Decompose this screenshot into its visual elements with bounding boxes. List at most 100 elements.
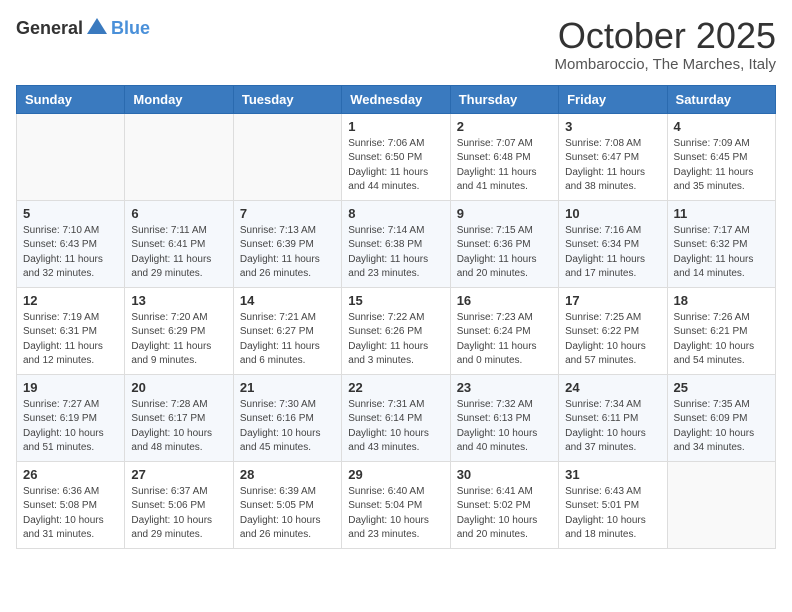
calendar-week-row: 26 Sunrise: 6:36 AM Sunset: 5:08 PM Dayli… [17, 461, 776, 548]
day-info: Sunrise: 7:35 AM Sunset: 6:09 PM Dayligh… [674, 398, 769, 456]
day-number: 8 [348, 206, 443, 221]
logo: General Blue [16, 16, 150, 40]
logo-icon [85, 16, 109, 40]
day-info: Sunrise: 7:31 AM Sunset: 6:14 PM Dayligh… [348, 398, 443, 456]
day-info: Sunrise: 7:25 AM Sunset: 6:22 PM Dayligh… [565, 311, 660, 369]
day-info: Sunrise: 6:39 AM Sunset: 5:05 PM Dayligh… [240, 485, 335, 543]
day-number: 14 [240, 293, 335, 308]
day-info: Sunrise: 6:41 AM Sunset: 5:02 PM Dayligh… [457, 485, 552, 543]
day-info: Sunrise: 7:30 AM Sunset: 6:16 PM Dayligh… [240, 398, 335, 456]
calendar-cell: 8Sunrise: 7:14 AM Sunset: 6:38 PM Daylig… [342, 200, 450, 287]
day-number: 11 [674, 206, 769, 221]
day-number: 22 [348, 380, 443, 395]
day-number: 25 [674, 380, 769, 395]
day-info: Sunrise: 7:20 AM Sunset: 6:29 PM Dayligh… [131, 311, 226, 369]
calendar-cell: 31Sunrise: 6:43 AM Sunset: 5:01 PM Dayli… [559, 461, 667, 548]
day-number: 13 [131, 293, 226, 308]
day-number: 30 [457, 467, 552, 482]
day-header-sunday: Sunday [17, 85, 125, 113]
day-number: 1 [348, 119, 443, 134]
day-info: Sunrise: 7:15 AM Sunset: 6:36 PM Dayligh… [457, 224, 552, 282]
day-header-saturday: Saturday [667, 85, 775, 113]
day-info: Sunrise: 7:13 AM Sunset: 6:39 PM Dayligh… [240, 224, 335, 282]
calendar-cell: 28 Sunrise: 6:39 AM Sunset: 5:05 PM Dayli… [233, 461, 341, 548]
day-info: Sunrise: 7:19 AM Sunset: 6:31 PM Dayligh… [23, 311, 118, 369]
day-info: Sunrise: 7:08 AM Sunset: 6:47 PM Dayligh… [565, 137, 660, 195]
day-number: 17 [565, 293, 660, 308]
calendar-cell: 24 Sunrise: 7:34 AM Sunset: 6:11 PM Dayli… [559, 374, 667, 461]
day-number: 6 [131, 206, 226, 221]
calendar-table: SundayMondayTuesdayWednesdayThursdayFrid… [16, 85, 776, 549]
calendar-cell [125, 113, 233, 200]
day-info: Sunrise: 7:09 AM Sunset: 6:45 PM Dayligh… [674, 137, 769, 195]
day-info: Sunrise: 7:27 AM Sunset: 6:19 PM Dayligh… [23, 398, 118, 456]
day-number: 12 [23, 293, 118, 308]
day-info: Sunrise: 7:16 AM Sunset: 6:34 PM Dayligh… [565, 224, 660, 282]
calendar-cell: 26 Sunrise: 6:36 AM Sunset: 5:08 PM Dayli… [17, 461, 125, 548]
calendar-cell: 12 Sunrise: 7:19 AM Sunset: 6:31 PM Dayli… [17, 287, 125, 374]
day-header-friday: Friday [559, 85, 667, 113]
day-number: 7 [240, 206, 335, 221]
calendar-cell: 14 Sunrise: 7:21 AM Sunset: 6:27 PM Dayli… [233, 287, 341, 374]
day-header-tuesday: Tuesday [233, 85, 341, 113]
calendar-cell: 27 Sunrise: 6:37 AM Sunset: 5:06 PM Dayli… [125, 461, 233, 548]
calendar-cell [17, 113, 125, 200]
day-info: Sunrise: 7:28 AM Sunset: 6:17 PM Dayligh… [131, 398, 226, 456]
day-header-thursday: Thursday [450, 85, 558, 113]
day-number: 2 [457, 119, 552, 134]
day-number: 16 [457, 293, 552, 308]
day-info: Sunrise: 7:23 AM Sunset: 6:24 PM Dayligh… [457, 311, 552, 369]
calendar-cell: 7 Sunrise: 7:13 AM Sunset: 6:39 PM Daylig… [233, 200, 341, 287]
calendar-cell: 2 Sunrise: 7:07 AM Sunset: 6:48 PM Daylig… [450, 113, 558, 200]
calendar-cell: 15Sunrise: 7:22 AM Sunset: 6:26 PM Dayli… [342, 287, 450, 374]
calendar-week-row: 1 Sunrise: 7:06 AM Sunset: 6:50 PM Daylig… [17, 113, 776, 200]
day-number: 9 [457, 206, 552, 221]
title-block: October 2025 Mombaroccio, The Marches, I… [555, 16, 776, 73]
calendar-cell: 10 Sunrise: 7:16 AM Sunset: 6:34 PM Dayli… [559, 200, 667, 287]
day-info: Sunrise: 7:06 AM Sunset: 6:50 PM Dayligh… [348, 137, 443, 195]
day-info: Sunrise: 7:10 AM Sunset: 6:43 PM Dayligh… [23, 224, 118, 282]
day-info: Sunrise: 6:43 AM Sunset: 5:01 PM Dayligh… [565, 485, 660, 543]
day-number: 18 [674, 293, 769, 308]
calendar-cell [233, 113, 341, 200]
calendar-week-row: 5 Sunrise: 7:10 AM Sunset: 6:43 PM Daylig… [17, 200, 776, 287]
day-info: Sunrise: 6:37 AM Sunset: 5:06 PM Dayligh… [131, 485, 226, 543]
calendar-header-row: SundayMondayTuesdayWednesdayThursdayFrid… [17, 85, 776, 113]
calendar-cell: 23 Sunrise: 7:32 AM Sunset: 6:13 PM Dayli… [450, 374, 558, 461]
calendar-cell: 1 Sunrise: 7:06 AM Sunset: 6:50 PM Daylig… [342, 113, 450, 200]
day-header-monday: Monday [125, 85, 233, 113]
day-info: Sunrise: 7:32 AM Sunset: 6:13 PM Dayligh… [457, 398, 552, 456]
calendar-week-row: 12 Sunrise: 7:19 AM Sunset: 6:31 PM Dayli… [17, 287, 776, 374]
day-number: 28 [240, 467, 335, 482]
day-number: 21 [240, 380, 335, 395]
calendar-cell [667, 461, 775, 548]
day-number: 15 [348, 293, 443, 308]
day-number: 23 [457, 380, 552, 395]
day-number: 29 [348, 467, 443, 482]
calendar-cell: 20Sunrise: 7:28 AM Sunset: 6:17 PM Dayli… [125, 374, 233, 461]
calendar-cell: 6 Sunrise: 7:11 AM Sunset: 6:41 PM Daylig… [125, 200, 233, 287]
calendar-cell: 18Sunrise: 7:26 AM Sunset: 6:21 PM Dayli… [667, 287, 775, 374]
day-info: Sunrise: 7:07 AM Sunset: 6:48 PM Dayligh… [457, 137, 552, 195]
day-number: 24 [565, 380, 660, 395]
page-header: General Blue October 2025 Mombaroccio, T… [16, 16, 776, 73]
calendar-cell: 25 Sunrise: 7:35 AM Sunset: 6:09 PM Dayli… [667, 374, 775, 461]
day-info: Sunrise: 6:36 AM Sunset: 5:08 PM Dayligh… [23, 485, 118, 543]
day-info: Sunrise: 7:21 AM Sunset: 6:27 PM Dayligh… [240, 311, 335, 369]
day-info: Sunrise: 7:17 AM Sunset: 6:32 PM Dayligh… [674, 224, 769, 282]
day-number: 10 [565, 206, 660, 221]
month-title: October 2025 [555, 16, 776, 56]
calendar-cell: 4Sunrise: 7:09 AM Sunset: 6:45 PM Daylig… [667, 113, 775, 200]
logo-general: General [16, 18, 83, 39]
calendar-cell: 29 Sunrise: 6:40 AM Sunset: 5:04 PM Dayli… [342, 461, 450, 548]
day-info: Sunrise: 6:40 AM Sunset: 5:04 PM Dayligh… [348, 485, 443, 543]
day-number: 26 [23, 467, 118, 482]
calendar-cell: 17 Sunrise: 7:25 AM Sunset: 6:22 PM Dayli… [559, 287, 667, 374]
calendar-cell: 11 Sunrise: 7:17 AM Sunset: 6:32 PM Dayli… [667, 200, 775, 287]
day-number: 27 [131, 467, 226, 482]
day-number: 3 [565, 119, 660, 134]
day-info: Sunrise: 7:11 AM Sunset: 6:41 PM Dayligh… [131, 224, 226, 282]
day-number: 5 [23, 206, 118, 221]
day-info: Sunrise: 7:34 AM Sunset: 6:11 PM Dayligh… [565, 398, 660, 456]
location-title: Mombaroccio, The Marches, Italy [555, 56, 776, 73]
